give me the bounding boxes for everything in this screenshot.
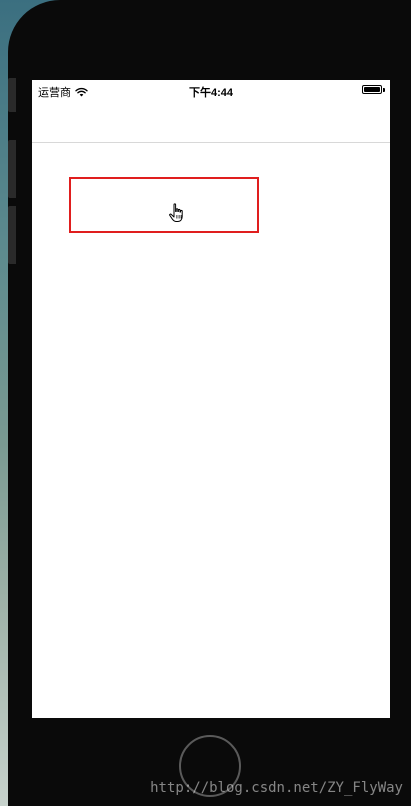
- status-time: 下午4:44: [188, 87, 234, 99]
- watermark-text: http://blog.csdn.net/ZY_FlyWay: [150, 780, 403, 796]
- battery-icon: [362, 85, 385, 94]
- highlighted-tap-area[interactable]: [69, 177, 259, 233]
- simulator-screen: 运营商 下午4:44: [32, 80, 390, 718]
- volume-up-button: [8, 140, 16, 198]
- volume-down-button: [8, 206, 16, 264]
- hand-cursor-icon: [169, 203, 183, 222]
- mute-switch: [8, 78, 16, 112]
- status-bar: 运营商 下午4:44: [32, 80, 390, 100]
- navigation-bar: [32, 100, 390, 143]
